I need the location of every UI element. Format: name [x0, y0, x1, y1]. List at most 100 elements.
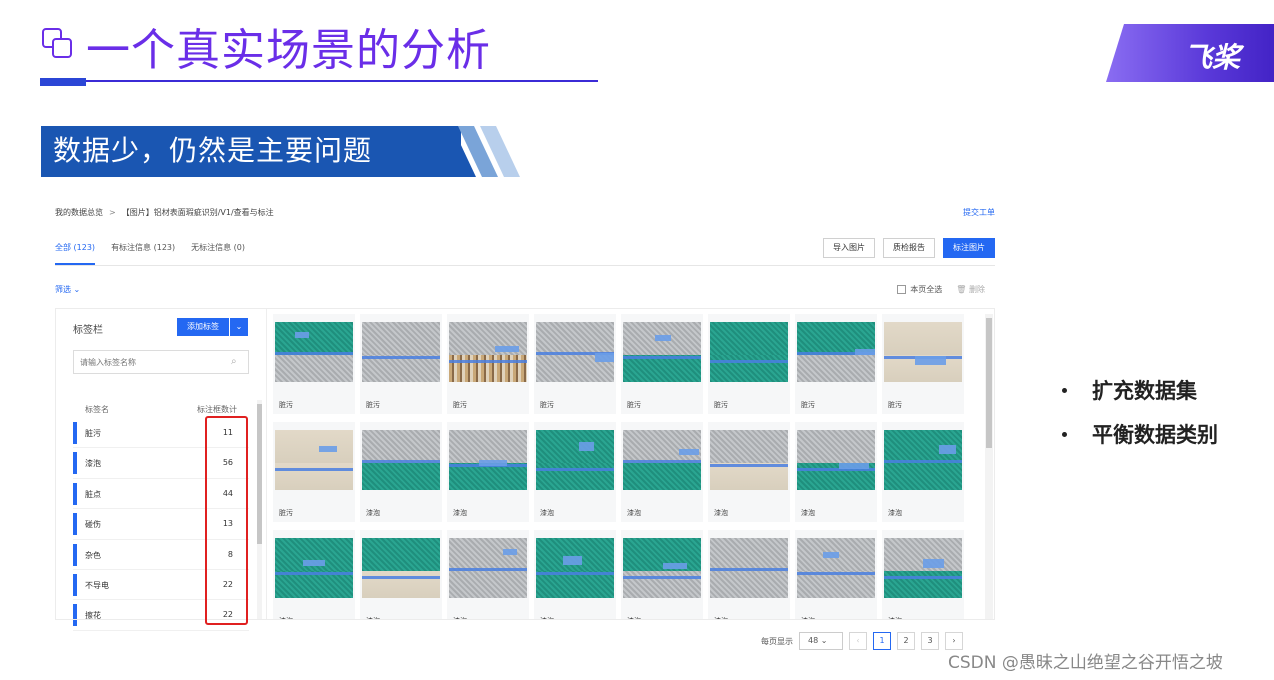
grid-scrollbar-thumb[interactable]	[986, 318, 992, 448]
image-thumbnail[interactable]: 漆泡	[708, 422, 790, 522]
page-2-button[interactable]: 2	[897, 632, 915, 650]
label-count-header: 标注框数计	[197, 405, 237, 414]
filter-label: 筛选	[55, 285, 71, 294]
thumbnail-image	[362, 322, 440, 382]
image-thumbnail[interactable]: 漆泡	[534, 530, 616, 620]
image-thumbnail[interactable]: 脏污	[360, 314, 442, 414]
thumbnail-image	[449, 538, 527, 598]
import-images-button[interactable]: 导入图片	[823, 238, 875, 258]
image-thumbnail[interactable]: 漆泡	[360, 422, 442, 522]
label-scrollbar-thumb[interactable]	[257, 404, 262, 544]
chevron-right-icon: ›	[952, 636, 956, 645]
trash-icon: 🗑	[956, 285, 967, 294]
label-name-header: 标签名	[85, 405, 109, 414]
image-thumbnail[interactable]: 漆泡	[273, 530, 355, 620]
image-thumbnail[interactable]: 脏污	[447, 314, 529, 414]
thumbnail-label: 漆泡	[540, 509, 554, 517]
thumbnail-image	[623, 538, 701, 598]
thumbnail-image	[884, 322, 962, 382]
brand-text: 飞桨	[1184, 41, 1241, 74]
tab-bar: 全部 (123) 有标注信息 (123) 无标注信息 (0)	[55, 242, 245, 253]
title-underline-accent	[40, 78, 86, 86]
thumbnail-label: 漆泡	[540, 616, 554, 620]
per-page-label: 每页显示	[761, 636, 793, 646]
label-color-bar	[73, 604, 77, 627]
slide-title-block: 一个真实场景的分析	[40, 22, 600, 84]
image-thumbnail[interactable]: 脏污	[273, 422, 355, 522]
quality-report-button[interactable]: 质检报告	[883, 238, 935, 258]
image-thumbnail[interactable]: 漆泡	[708, 530, 790, 620]
thumbnail-label: 脏污	[366, 401, 380, 409]
thumbnail-image	[710, 430, 788, 490]
bullet-dot	[1062, 432, 1067, 437]
image-thumbnail[interactable]: 漆泡	[795, 530, 877, 620]
image-thumbnail[interactable]: 漆泡	[621, 530, 703, 620]
thumbnail-image	[275, 430, 353, 490]
thumbnail-image	[884, 538, 962, 598]
thumbnail-image	[449, 322, 527, 382]
image-thumbnail[interactable]: 漆泡	[360, 530, 442, 620]
prev-page-button[interactable]: ‹	[849, 632, 867, 650]
image-thumbnail[interactable]: 脏污	[273, 314, 355, 414]
thumbnail-image	[797, 430, 875, 490]
thumbnail-label: 脏污	[453, 401, 467, 409]
breadcrumb-current: 【图片】铝材表面瑕疵识别/V1/查看与标注	[121, 208, 274, 217]
page-size-select[interactable]: 48 ⌄	[799, 632, 843, 650]
annotate-images-button[interactable]: 标注图片	[943, 238, 995, 258]
thumbnail-image	[536, 430, 614, 490]
image-thumbnail[interactable]: 漆泡	[621, 422, 703, 522]
label-name: 脏污	[85, 429, 101, 438]
delete-button[interactable]: 🗑 删除	[956, 284, 985, 295]
label-color-bar	[73, 573, 77, 596]
thumbnail-label: 漆泡	[279, 616, 293, 620]
image-thumbnail[interactable]: 漆泡	[447, 422, 529, 522]
page-3-button[interactable]: 3	[921, 632, 939, 650]
add-label-button[interactable]: 添加标签	[177, 318, 229, 336]
label-color-bar	[73, 482, 77, 505]
copy-squares-icon	[42, 28, 72, 58]
label-color-bar	[73, 422, 77, 444]
bullet-item: 扩充数据集	[1060, 376, 1218, 420]
thumbnail-image	[710, 322, 788, 382]
thumbnail-image	[362, 538, 440, 598]
image-thumbnail[interactable]: 漆泡	[447, 530, 529, 620]
select-all-label: 本页全选	[910, 285, 943, 294]
thumbnail-label: 漆泡	[453, 509, 467, 517]
thumbnail-label: 脏污	[801, 401, 815, 409]
select-all-checkbox[interactable]	[897, 285, 907, 294]
thumbnail-label: 漆泡	[627, 509, 641, 517]
thumbnail-image	[275, 538, 353, 598]
image-thumbnail[interactable]: 漆泡	[795, 422, 877, 522]
image-thumbnail[interactable]: 脏污	[882, 314, 964, 414]
filter-dropdown[interactable]: 筛选 ⌄	[55, 284, 80, 295]
tab-all[interactable]: 全部 (123)	[55, 242, 95, 253]
thumbnail-label: 漆泡	[627, 616, 641, 620]
label-name: 擦花	[85, 611, 101, 621]
thumbnail-image	[797, 538, 875, 598]
breadcrumb-root[interactable]: 我的数据总览	[55, 208, 103, 217]
chevron-down-icon: ⌄	[820, 636, 828, 645]
thumbnail-label: 脏污	[627, 401, 641, 409]
image-thumbnail[interactable]: 脏污	[621, 314, 703, 414]
label-color-bar	[73, 452, 77, 475]
thumbnail-label: 漆泡	[714, 616, 728, 620]
image-thumbnail[interactable]: 脏污	[708, 314, 790, 414]
image-thumbnail[interactable]: 脏污	[534, 314, 616, 414]
thumbnail-label: 脏污	[540, 401, 554, 409]
submit-ticket-link[interactable]: 提交工单	[963, 207, 995, 218]
image-thumbnail[interactable]: 漆泡	[882, 422, 964, 522]
bullet-dot	[1062, 388, 1067, 393]
bullet-item: 平衡数据类别	[1060, 420, 1218, 464]
pagination: 每页显示 48 ⌄ ‹ 1 2 3 ›	[761, 632, 963, 650]
image-thumbnail[interactable]: 漆泡	[882, 530, 964, 620]
page-1-button[interactable]: 1	[873, 632, 891, 650]
tab-annotated[interactable]: 有标注信息 (123)	[111, 242, 175, 253]
label-search-input[interactable]	[73, 350, 249, 374]
image-thumbnail[interactable]: 脏污	[795, 314, 877, 414]
add-label-dropdown[interactable]: ⌄	[230, 318, 248, 336]
thumbnail-label: 脏污	[279, 401, 293, 409]
thumbnail-label: 漆泡	[888, 616, 902, 620]
tab-unannotated[interactable]: 无标注信息 (0)	[191, 242, 245, 253]
image-thumbnail[interactable]: 漆泡	[534, 422, 616, 522]
image-grid: 脏污脏污脏污脏污脏污脏污脏污脏污脏污漆泡漆泡漆泡漆泡漆泡漆泡漆泡漆泡漆泡漆泡漆泡…	[273, 314, 967, 620]
